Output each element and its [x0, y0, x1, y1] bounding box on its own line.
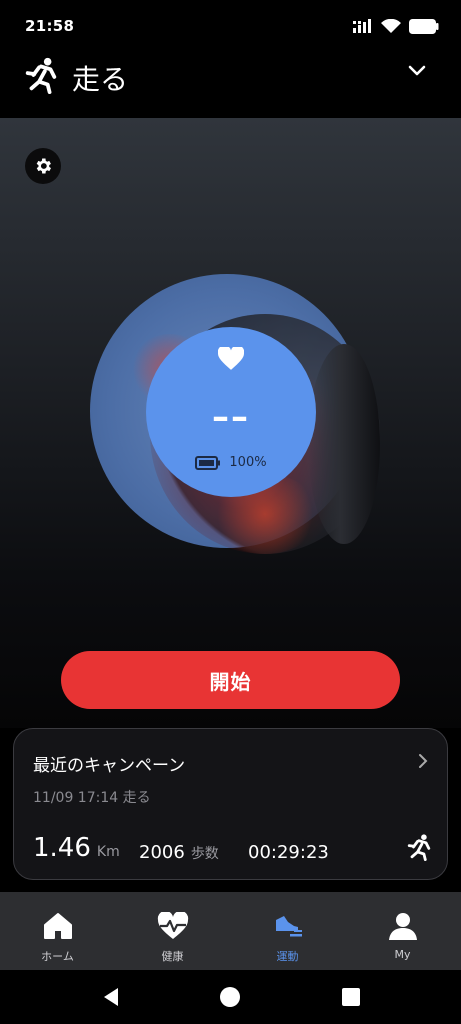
- home-icon: [43, 913, 72, 939]
- hero-panel: –– 100%: [0, 118, 461, 728]
- bottom-tab-bar: ホーム 健康 運動 My: [0, 892, 461, 970]
- user-icon: [388, 913, 417, 940]
- chevron-right-icon[interactable]: [417, 753, 429, 769]
- sneaker-icon: [275, 916, 302, 937]
- header: 走る: [0, 46, 461, 118]
- status-time: 21:58: [25, 17, 75, 35]
- status-icons: [353, 18, 439, 34]
- distance-unit: Km: [96, 844, 120, 860]
- heart-rate-display: –– 100%: [146, 327, 316, 497]
- steps-stat: 2006 歩数: [139, 842, 219, 863]
- system-nav-bar: [0, 970, 461, 1024]
- steps-value: 2006: [139, 842, 185, 863]
- start-button[interactable]: 開始: [61, 651, 400, 709]
- heart-rate-value: ––: [212, 397, 250, 437]
- tab-label: ホーム: [41, 950, 74, 963]
- tab-home[interactable]: ホーム: [0, 892, 115, 970]
- tab-exercise[interactable]: 運動: [230, 892, 345, 970]
- chevron-down-icon[interactable]: [407, 60, 427, 80]
- health-heart-icon: [157, 912, 188, 939]
- tab-my[interactable]: My: [345, 892, 460, 970]
- battery-icon: [195, 455, 221, 470]
- running-person-icon: [407, 834, 431, 861]
- running-person-icon: [25, 57, 57, 94]
- tab-label: My: [394, 948, 411, 961]
- home-circle-icon[interactable]: [219, 986, 241, 1008]
- tab-label: 運動: [276, 950, 299, 963]
- recent-stats: 1.46 Km 2006 歩数 00:29:23: [33, 831, 433, 863]
- recent-date: 11/09 17:14 走る: [33, 790, 151, 806]
- recent-activity-card[interactable]: 最近のキャンペーン 11/09 17:14 走る 1.46 Km 2006 歩数…: [13, 728, 448, 880]
- tab-health[interactable]: 健康: [115, 892, 230, 970]
- settings-button[interactable]: [25, 148, 61, 184]
- steps-unit: 歩数: [190, 846, 219, 862]
- duration-value: 00:29:23: [248, 842, 329, 863]
- ring-battery: 100%: [146, 455, 316, 470]
- distance-value: 1.46: [33, 833, 91, 863]
- recent-title: 最近のキャンペーン: [33, 756, 186, 776]
- duration-stat: 00:29:23: [248, 842, 329, 863]
- ring-device-image: –– 100%: [90, 274, 380, 564]
- wifi-icon: [381, 18, 401, 33]
- battery-status-icon: [409, 18, 439, 34]
- heart-icon: [218, 347, 244, 370]
- recents-icon[interactable]: [340, 986, 362, 1008]
- back-icon[interactable]: [100, 986, 122, 1008]
- battery-percentage: 100%: [229, 455, 267, 470]
- status-bar: 21:58: [0, 0, 461, 46]
- tab-label: 健康: [161, 950, 184, 963]
- cellular-signal-icon: [353, 19, 371, 33]
- page-title: 走る: [72, 63, 129, 96]
- distance-stat: 1.46 Km: [33, 833, 120, 863]
- gear-icon: [36, 158, 51, 174]
